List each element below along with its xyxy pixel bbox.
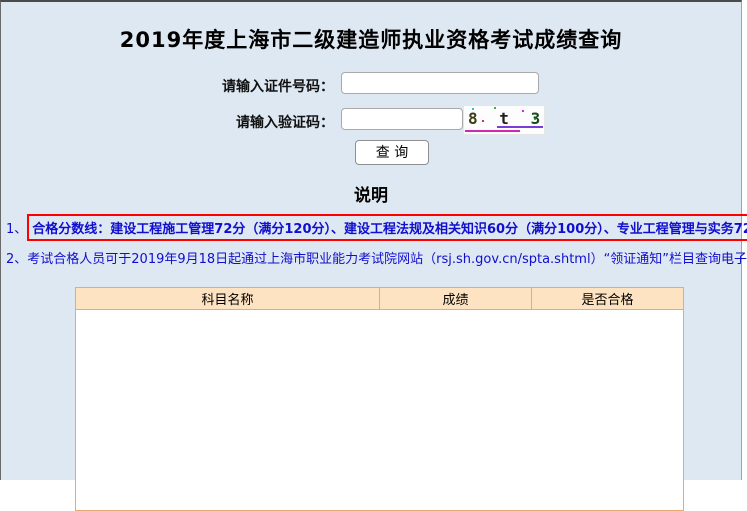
captcha-char: 8 — [468, 109, 484, 128]
query-button[interactable]: 查 询 — [355, 140, 429, 165]
results-table-empty-row — [76, 310, 684, 511]
results-table-header-row: 科目名称 成绩 是否合格 — [76, 288, 684, 310]
captcha-label: 请输入验证码： — [129, 112, 334, 132]
note-item-2: 2、考试合格人员可于2019年9月18日起通过上海市职业能力考试院网站（rsj.… — [6, 248, 747, 267]
captcha-char: 3 — [531, 109, 545, 128]
note-1-prefix: 1、 — [6, 222, 27, 237]
note-item-1: 1、合格分数线：建设工程施工管理72分（满分120分）、建设工程法规及相关知识6… — [6, 214, 747, 241]
page-container: 2019年度上海市二级建造师执业资格考试成绩查询 请输入证件号码： 请输入验证码… — [0, 0, 742, 480]
column-header-subject: 科目名称 — [76, 288, 380, 310]
captcha-input[interactable] — [341, 108, 463, 130]
page-title: 2019年度上海市二级建造师执业资格考试成绩查询 — [1, 24, 741, 54]
note-1-highlighted-text: 合格分数线：建设工程施工管理72分（满分120分）、建设工程法规及相关知识60分… — [27, 214, 747, 241]
id-number-input[interactable] — [341, 72, 539, 94]
id-number-label: 请输入证件号码： — [129, 76, 334, 96]
results-table-empty-body — [76, 310, 684, 511]
results-table: 科目名称 成绩 是否合格 — [75, 287, 684, 511]
captcha-image[interactable]: 8 t 3 j — [463, 105, 545, 135]
captcha-strike-line — [465, 130, 520, 132]
captcha-characters: 8 t 3 j — [468, 109, 540, 128]
column-header-pass: 是否合格 — [532, 288, 684, 310]
column-header-score: 成绩 — [380, 288, 532, 310]
captcha-char: t — [499, 109, 515, 128]
notes-heading: 说明 — [1, 181, 741, 206]
